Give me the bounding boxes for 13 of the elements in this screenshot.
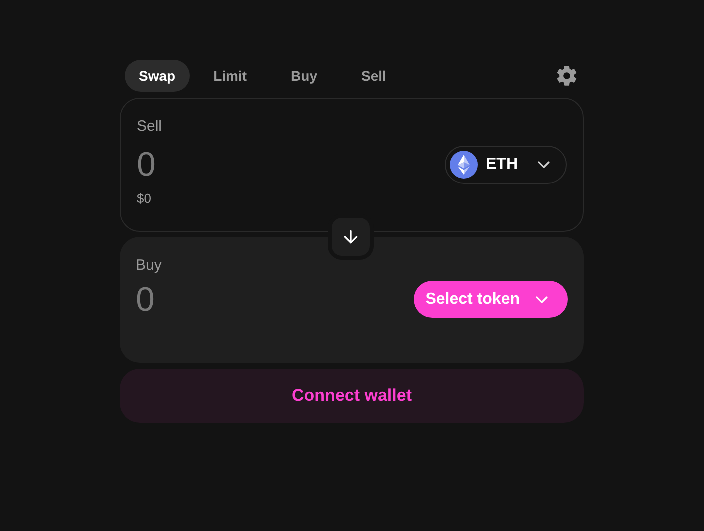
tab[interactable]: Buy: [271, 60, 338, 92]
panel-label: Buy: [136, 256, 162, 276]
amount-field[interactable]: 0: [137, 144, 257, 184]
amount-field[interactable]: 0: [136, 280, 256, 320]
connect-wallet-button[interactable]: Connect wallet: [120, 369, 584, 423]
panel-label: Sell: [137, 117, 162, 137]
tab[interactable]: Limit: [194, 60, 268, 92]
ethereum-icon: [450, 150, 478, 178]
token-selector[interactable]: ETH: [445, 146, 567, 184]
tab[interactable]: Sell: [341, 60, 406, 92]
settings-icon[interactable]: [556, 65, 578, 87]
tab[interactable]: Swap: [125, 60, 190, 92]
usd-value: $0: [137, 190, 152, 208]
